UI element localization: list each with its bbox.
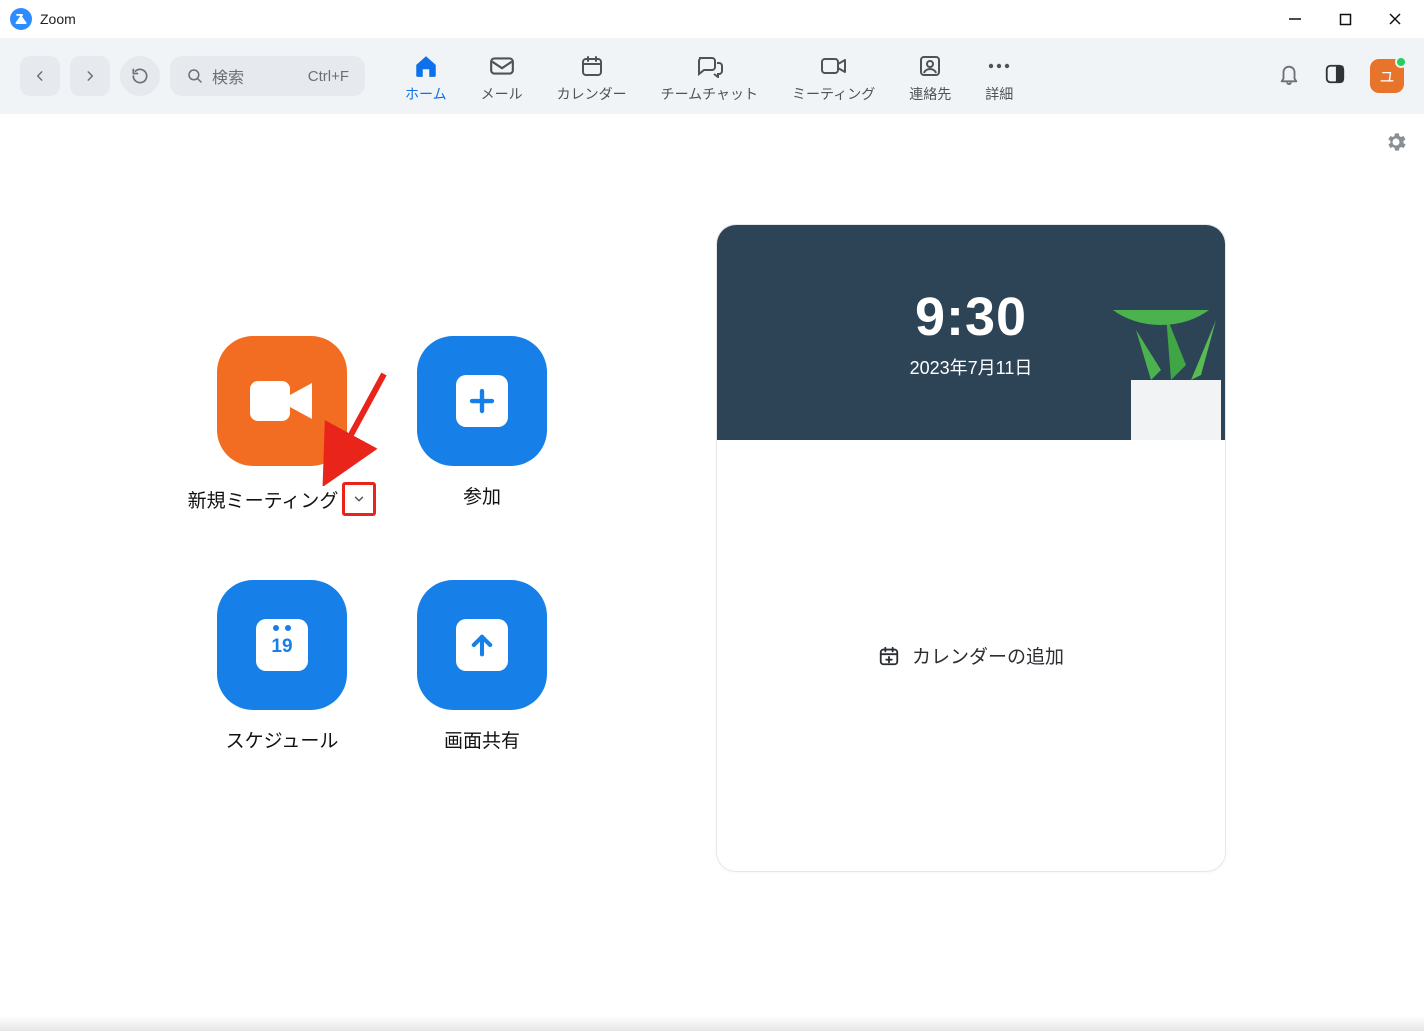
panel-toggle-button[interactable] <box>1324 63 1346 90</box>
nav-meetings[interactable]: ミーティング <box>792 48 875 104</box>
nav-back-button[interactable] <box>20 56 60 96</box>
avatar-initial: ユ <box>1379 66 1394 87</box>
nav-forward-button[interactable] <box>70 56 110 96</box>
bottom-shadow <box>0 1016 1424 1031</box>
main-nav: ホーム メール カレンダー チームチャット ミーティング <box>405 48 1013 104</box>
clock-date: 2023年7月11日 <box>910 354 1033 380</box>
nav-team-chat[interactable]: チームチャット <box>661 48 758 104</box>
nav-more[interactable]: 詳細 <box>985 48 1013 104</box>
schedule-day-number: 19 <box>271 636 292 658</box>
plant-illustration-icon <box>1101 310 1226 440</box>
nav-mail[interactable]: メール <box>481 48 523 104</box>
titlebar: Zoom <box>0 0 1424 38</box>
calendar-day-icon: 19 <box>256 619 308 671</box>
calendar-add-icon <box>878 645 900 667</box>
new-meeting-options-button[interactable] <box>342 482 376 516</box>
presence-indicator-icon <box>1395 56 1407 68</box>
schedule-button[interactable]: 19 <box>217 580 347 710</box>
nav-label: ホーム <box>405 84 447 104</box>
clock-hero: 9:30 2023年7月11日 <box>717 225 1225 440</box>
calendar-icon <box>578 52 606 80</box>
tile-join: 参加 <box>382 336 582 516</box>
video-icon <box>820 52 848 80</box>
notifications-button[interactable] <box>1278 62 1300 91</box>
window-title: Zoom <box>40 11 76 27</box>
tile-label: スケジュール <box>226 726 339 753</box>
history-button[interactable] <box>120 56 160 96</box>
add-calendar-button[interactable]: カレンダーの追加 <box>717 440 1225 871</box>
video-camera-icon <box>246 373 318 429</box>
nav-home[interactable]: ホーム <box>405 48 447 104</box>
new-meeting-label-row: 新規ミーティング <box>188 482 377 516</box>
mail-icon <box>488 52 516 80</box>
search-icon <box>186 67 204 85</box>
tile-label: 参加 <box>463 482 501 509</box>
toolbar: 検索 Ctrl+F ホーム メール カレンダー チームチャット <box>0 38 1424 114</box>
arrow-up-icon <box>456 619 508 671</box>
tile-schedule: 19 スケジュール <box>182 580 382 753</box>
nav-calendar[interactable]: カレンダー <box>557 48 627 104</box>
nav-label: チームチャット <box>661 84 758 104</box>
clock-calendar-card: 9:30 2023年7月11日 カレンダーの追加 <box>716 224 1226 872</box>
join-label-row: 参加 <box>463 482 501 509</box>
window-close-button[interactable] <box>1370 0 1420 38</box>
nav-label: カレンダー <box>557 84 627 104</box>
add-calendar-label: カレンダーの追加 <box>912 642 1064 669</box>
contacts-icon <box>916 52 944 80</box>
tile-label: 画面共有 <box>444 726 520 753</box>
new-meeting-button[interactable] <box>217 336 347 466</box>
tile-label: 新規ミーティング <box>188 486 339 513</box>
nav-contacts[interactable]: 連絡先 <box>909 48 951 104</box>
chat-icon <box>695 52 723 80</box>
more-icon <box>985 52 1013 80</box>
window-maximize-button[interactable] <box>1320 0 1370 38</box>
nav-label: 連絡先 <box>909 84 951 104</box>
window-controls <box>1270 0 1420 38</box>
search-shortcut: Ctrl+F <box>308 68 349 85</box>
tile-new-meeting: 新規ミーティング <box>182 336 382 516</box>
nav-label: メール <box>481 84 523 104</box>
settings-button[interactable] <box>1384 130 1408 159</box>
share-label-row: 画面共有 <box>444 726 520 753</box>
home-content: 新規ミーティング 参加 19 <box>0 114 1424 1016</box>
join-button[interactable] <box>417 336 547 466</box>
nav-label: 詳細 <box>985 84 1013 104</box>
user-avatar[interactable]: ユ <box>1370 59 1404 93</box>
clock-time: 9:30 <box>915 286 1027 348</box>
tile-share-screen: 画面共有 <box>382 580 582 753</box>
home-icon <box>412 52 440 80</box>
home-tiles: 新規ミーティング 参加 19 <box>182 336 582 753</box>
search-input[interactable]: 検索 Ctrl+F <box>170 56 365 96</box>
schedule-label-row: スケジュール <box>226 726 339 753</box>
window-minimize-button[interactable] <box>1270 0 1320 38</box>
toolbar-right: ユ <box>1278 59 1404 93</box>
chevron-down-icon <box>352 492 366 506</box>
nav-label: ミーティング <box>792 84 875 104</box>
share-screen-button[interactable] <box>417 580 547 710</box>
search-placeholder: 検索 <box>212 64 244 88</box>
zoom-logo-icon <box>10 8 32 30</box>
titlebar-left: Zoom <box>10 8 76 30</box>
plus-icon <box>456 375 508 427</box>
